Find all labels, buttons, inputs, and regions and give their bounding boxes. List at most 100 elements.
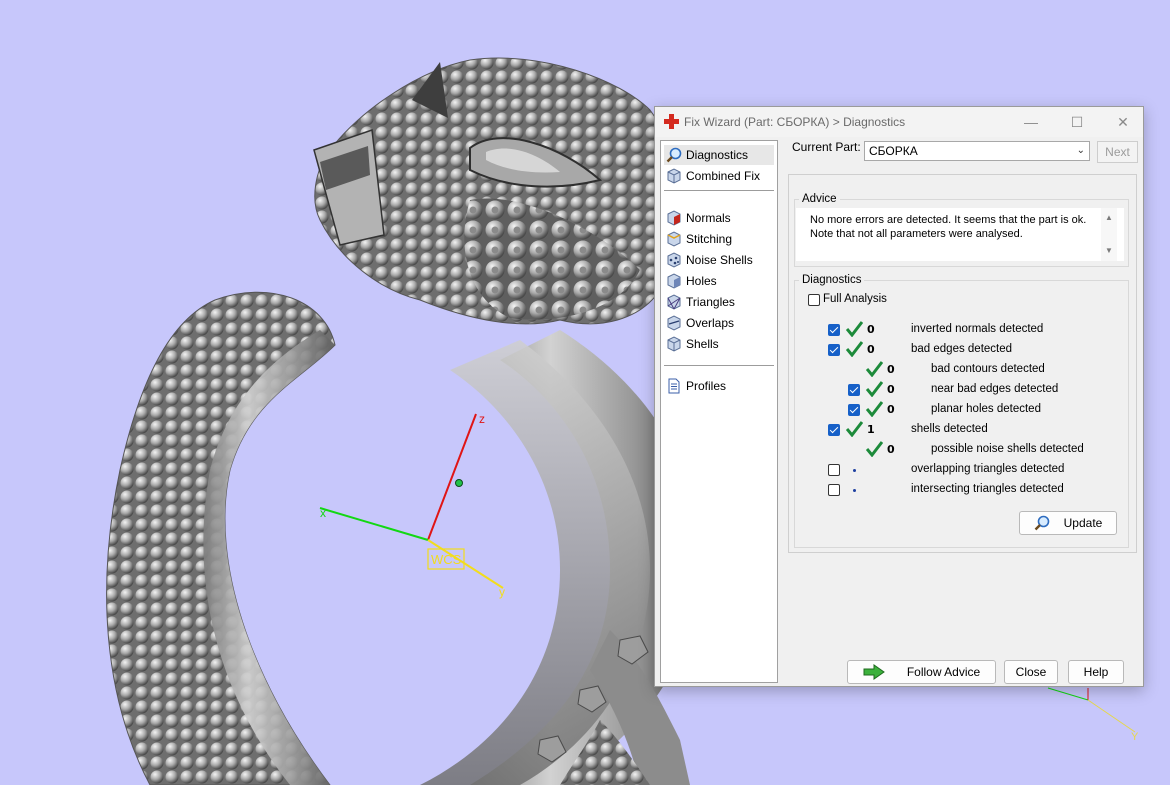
shells-text: shells detected: [911, 423, 988, 435]
near-bad-edges-text: near bad edges detected: [931, 383, 1059, 395]
sidebar-divider: [664, 365, 774, 366]
sidebar-item-label: Stitching: [686, 232, 733, 246]
close-window-button[interactable]: ✕: [1111, 111, 1135, 133]
next-button[interactable]: Next: [1097, 141, 1138, 163]
bad-edges-checkbox[interactable]: [828, 344, 840, 356]
shells-checkbox[interactable]: [828, 424, 840, 436]
red-cross-icon: [664, 114, 679, 129]
sidebar-item-combined-fix[interactable]: Combined Fix: [664, 166, 774, 186]
wizard-sidebar: Diagnostics Combined Fix Normals Stitchi…: [660, 140, 778, 683]
corner-y-axis: [1087, 699, 1136, 733]
x-axis-label: x: [320, 506, 326, 520]
sidebar-item-label: Shells: [686, 337, 719, 351]
sidebar-item-holes[interactable]: Holes: [664, 271, 774, 291]
scroll-down-icon[interactable]: ▼: [1105, 246, 1113, 255]
sidebar-item-profiles[interactable]: Profiles: [664, 376, 774, 396]
check-mark-icon: [846, 421, 863, 437]
scroll-up-icon[interactable]: ▲: [1105, 213, 1113, 222]
sidebar-item-label: Normals: [686, 211, 731, 225]
shells-count: 1: [867, 423, 875, 436]
overlaps-cube-icon: [667, 315, 681, 331]
inverted-normals-count: 0: [867, 323, 875, 336]
sidebar-item-triangles[interactable]: Triangles: [664, 292, 774, 312]
bad-edges-count: 0: [867, 343, 875, 356]
intersecting-triangles-checkbox[interactable]: [828, 484, 840, 496]
wcs-label: WCS: [431, 552, 462, 567]
bad-contours-text: bad contours detected: [931, 363, 1045, 375]
sidebar-item-label: Triangles: [686, 295, 735, 309]
sidebar-item-shells[interactable]: Shells: [664, 334, 774, 354]
magnifier-icon: [1034, 515, 1049, 531]
update-label: Update: [1063, 516, 1103, 530]
current-part-value: СБОРКА: [869, 144, 918, 158]
full-analysis-label: Full Analysis: [823, 293, 887, 305]
minimize-button[interactable]: —: [1019, 111, 1043, 133]
near-bad-edges-checkbox[interactable]: [848, 384, 860, 396]
check-mark-icon: [846, 321, 863, 337]
check-mark-icon: [866, 401, 883, 417]
advice-line-1: No more errors are detected. It seems th…: [810, 214, 1087, 226]
noise-shells-icon: [667, 252, 681, 268]
sidebar-item-label: Noise Shells: [686, 253, 753, 267]
sidebar-item-stitching[interactable]: Stitching: [664, 229, 774, 249]
pending-dot-icon: [853, 469, 856, 472]
y-axis-label: y: [499, 585, 505, 599]
overlapping-triangles-text: overlapping triangles detected: [911, 463, 1065, 475]
pending-dot-icon: [853, 489, 856, 492]
close-button[interactable]: Close: [1004, 660, 1058, 684]
diagnostics-legend: Diagnostics: [802, 274, 862, 286]
near-bad-edges-count: 0: [887, 383, 895, 396]
planar-holes-count: 0: [887, 403, 895, 416]
check-mark-icon: [866, 361, 883, 377]
green-arrow-icon: [863, 664, 885, 680]
advice-scrollbar[interactable]: ▲ ▼: [1101, 208, 1117, 261]
document-icon: [668, 378, 680, 394]
noise-shells-count: 0: [887, 443, 895, 456]
sidebar-item-label: Combined Fix: [686, 169, 761, 183]
z-axis-label: z: [479, 412, 485, 426]
full-analysis-checkbox[interactable]: [808, 294, 820, 306]
maximize-button[interactable]: ☐: [1065, 111, 1089, 133]
title-bar[interactable]: Fix Wizard (Part: СБОРКА) > Diagnostics …: [655, 107, 1143, 137]
sidebar-item-label: Diagnostics: [686, 148, 749, 162]
current-part-select[interactable]: СБОРКА ⌄: [864, 141, 1090, 161]
sidebar-item-label: Profiles: [686, 379, 727, 393]
planar-holes-text: planar holes detected: [931, 403, 1041, 415]
shells-cube-icon: [667, 336, 681, 352]
sidebar-divider: [664, 190, 774, 191]
chevron-down-icon: ⌄: [1076, 145, 1085, 156]
sidebar-item-overlaps[interactable]: Overlaps: [664, 313, 774, 333]
magnifier-icon: [666, 147, 682, 163]
advice-legend: Advice: [802, 193, 837, 205]
help-button[interactable]: Help: [1068, 660, 1124, 684]
overlapping-triangles-checkbox[interactable]: [828, 464, 840, 476]
z-axis-line: [427, 413, 477, 541]
help-label: Help: [1083, 665, 1109, 679]
stitching-cube-icon: [667, 231, 681, 247]
x-axis-line: [319, 507, 429, 541]
fix-wizard-dialog: Fix Wizard (Part: СБОРКА) > Diagnostics …: [654, 106, 1144, 687]
sidebar-item-diagnostics[interactable]: Diagnostics: [664, 145, 774, 165]
origin-marker: [455, 479, 463, 487]
check-mark-icon: [866, 381, 883, 397]
check-mark-icon: [866, 441, 883, 457]
sidebar-item-noise-shells[interactable]: Noise Shells: [664, 250, 774, 270]
inverted-normals-text: inverted normals detected: [911, 323, 1044, 335]
sidebar-item-normals[interactable]: Normals: [664, 208, 774, 228]
holes-cube-icon: [667, 273, 681, 289]
noise-shells-text: possible noise shells detected: [931, 443, 1084, 455]
sidebar-item-label: Overlaps: [686, 316, 735, 330]
advice-line-2: Note that not all parameters were analys…: [810, 228, 1023, 240]
current-part-label: Current Part:: [792, 140, 861, 154]
triangles-cube-icon: [667, 294, 681, 310]
cube-icon: [667, 168, 681, 184]
normals-cube-icon: [667, 210, 681, 226]
bad-contours-count: 0: [887, 363, 895, 376]
update-button[interactable]: Update: [1019, 511, 1117, 535]
close-label: Close: [1015, 665, 1047, 679]
follow-advice-label: Follow Advice: [906, 665, 981, 679]
follow-advice-button[interactable]: Follow Advice: [847, 660, 996, 684]
bad-edges-text: bad edges detected: [911, 343, 1013, 355]
planar-holes-checkbox[interactable]: [848, 404, 860, 416]
inverted-normals-checkbox[interactable]: [828, 324, 840, 336]
